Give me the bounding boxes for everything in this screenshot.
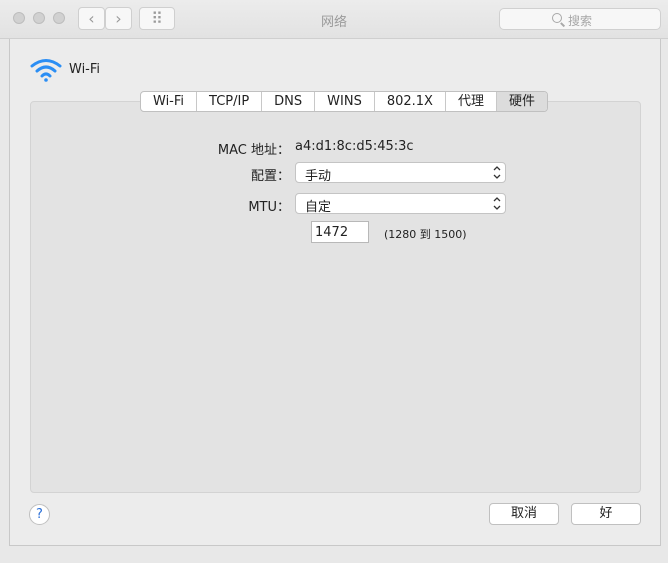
search-field[interactable]: 搜索 xyxy=(499,8,661,30)
search-placeholder: 搜索 xyxy=(568,14,593,28)
up-down-chevron-icon xyxy=(493,197,501,210)
ok-button[interactable]: 好 xyxy=(571,503,641,525)
tab-hardware[interactable]: 硬件 xyxy=(496,92,547,111)
configure-value: 手动 xyxy=(305,169,332,184)
mtu-select[interactable]: 自定 xyxy=(295,193,506,215)
search-icon xyxy=(552,13,562,23)
mac-address-value: a4:d1:8c:d5:45:3c xyxy=(295,139,414,154)
wifi-icon xyxy=(30,59,62,82)
tab-8021x[interactable]: 802.1X xyxy=(375,92,446,111)
configure-select[interactable]: 手动 xyxy=(295,162,506,184)
mtu-label: MTU： xyxy=(248,200,290,215)
tab-tcpip[interactable]: TCP/IP xyxy=(197,92,263,111)
mtu-input[interactable]: 1472 xyxy=(311,221,369,243)
tab-wifi[interactable]: Wi-Fi xyxy=(141,92,198,111)
tab-dns[interactable]: DNS xyxy=(262,92,316,111)
mtu-select-value: 自定 xyxy=(305,200,332,215)
cancel-button[interactable]: 取消 xyxy=(489,503,559,525)
network-sheet: Wi-Fi Wi-Fi TCP/IP DNS WINS 802.1X 代理 硬件… xyxy=(9,39,661,546)
up-down-chevron-icon xyxy=(493,166,501,179)
hardware-pane xyxy=(30,101,641,493)
mac-address-label: MAC 地址： xyxy=(217,143,290,158)
title-bar: ‹ › ⠿ 网络 搜索 xyxy=(0,0,668,39)
tab-bar: Wi-Fi TCP/IP DNS WINS 802.1X 代理 硬件 xyxy=(140,91,548,112)
interface-title: Wi-Fi xyxy=(69,62,101,77)
mtu-range-hint: (1280 到 1500) xyxy=(384,228,467,241)
tab-proxy[interactable]: 代理 xyxy=(446,92,497,111)
tab-wins[interactable]: WINS xyxy=(315,92,375,111)
help-button[interactable]: ? xyxy=(29,504,50,525)
configure-label: 配置： xyxy=(250,169,290,184)
